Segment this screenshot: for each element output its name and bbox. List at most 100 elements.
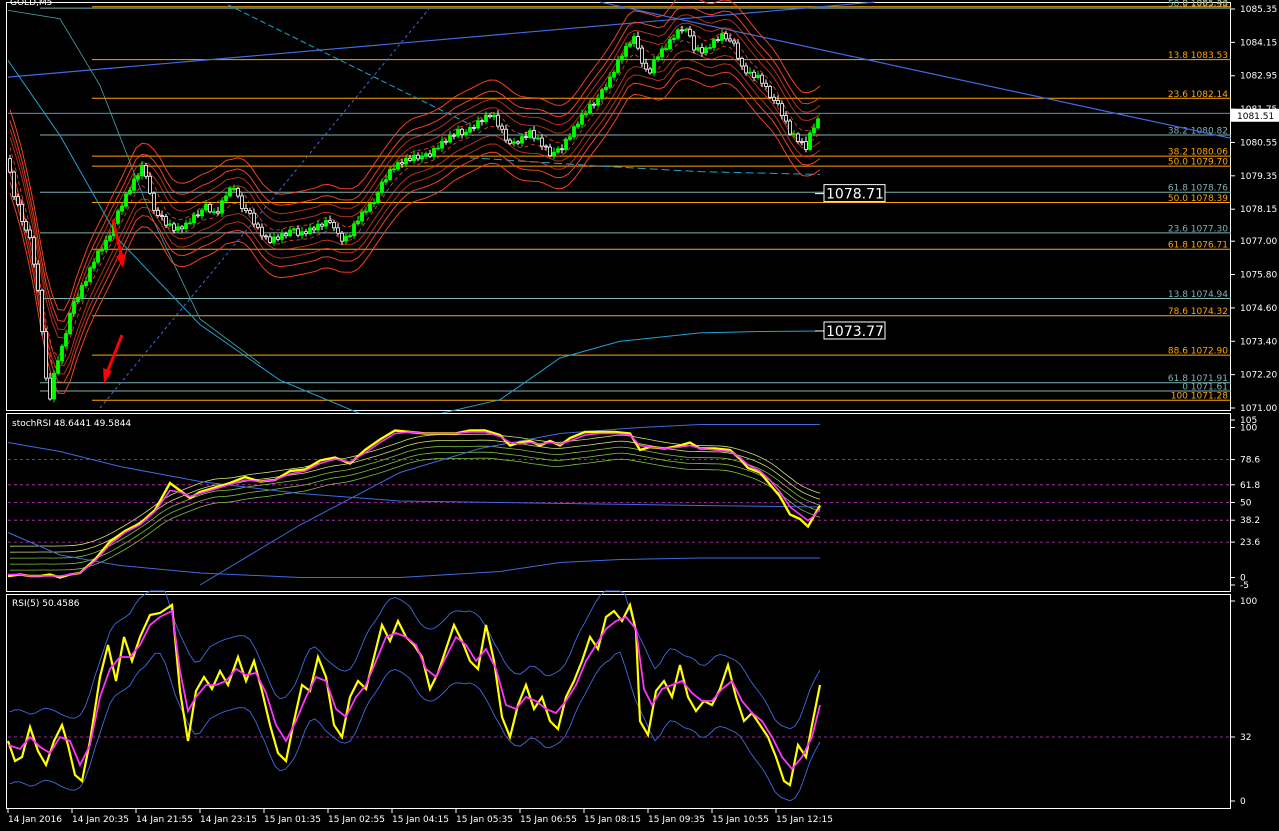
bull-candle (660, 48, 664, 58)
bear-candle (144, 165, 148, 177)
bear-candle (332, 222, 336, 229)
bull-candle (220, 200, 224, 214)
symbol-label: GOLD,M5 (10, 0, 52, 8)
bull-candle (360, 211, 364, 222)
price-tick-label: 1085.35 (1240, 5, 1277, 15)
rsi-tick-label: 0 (1240, 797, 1246, 807)
trading-chart[interactable]: 0 1085.4350.0 1085.3813.8 1083.5323.6 10… (0, 0, 1279, 831)
bear-candle (252, 212, 256, 225)
bull-candle (76, 297, 80, 303)
bull-candle (372, 201, 376, 205)
bear-candle (496, 114, 500, 127)
current-price-label: 1081.51 (1237, 112, 1274, 122)
bear-candle (636, 36, 640, 49)
bear-candle (480, 120, 484, 123)
bear-candle (400, 162, 404, 165)
bear-candle (472, 127, 476, 129)
bear-candle (760, 74, 764, 84)
fib-level-label: 88.6 1072.90 (1168, 347, 1228, 357)
bear-candle (764, 82, 768, 87)
bull-candle (612, 71, 616, 78)
fib-level-label: 23.6 1077.30 (1168, 224, 1228, 234)
bull-candle (580, 114, 584, 125)
fib-level-label: 38.2 1080.06 (1168, 148, 1228, 158)
bear-candle (716, 39, 720, 41)
bull-candle (108, 235, 112, 241)
bull-candle (380, 181, 384, 193)
bull-candle (168, 223, 172, 226)
bull-candle (456, 128, 460, 137)
bull-candle (652, 59, 656, 74)
time-tick-label: 15 Jan 04:15 (392, 815, 449, 825)
bull-candle (88, 267, 92, 282)
bull-candle (396, 162, 400, 170)
bull-candle (204, 203, 208, 211)
bear-candle (540, 137, 544, 147)
bear-candle (244, 208, 248, 211)
bear-candle (460, 128, 464, 135)
rsi-tick-label: 32 (1240, 733, 1251, 743)
bull-candle (80, 285, 84, 298)
fib-level-label: 61.8 1076.71 (1168, 241, 1228, 251)
bull-candle (128, 189, 132, 195)
bull-candle (792, 133, 796, 136)
bull-candle (756, 74, 760, 78)
bear-candle (312, 227, 316, 231)
bull-candle (316, 223, 320, 231)
bull-candle (100, 249, 104, 252)
price-tick-label: 1072.20 (1240, 371, 1277, 381)
bear-candle (776, 100, 780, 105)
bear-candle (208, 203, 212, 213)
bull-candle (72, 301, 76, 314)
bear-candle (36, 263, 40, 291)
bull-candle (348, 235, 352, 238)
price-tick-label: 1079.35 (1240, 172, 1277, 182)
bull-candle (492, 114, 496, 118)
bull-candle (576, 123, 580, 128)
price-tick-label: 1074.60 (1240, 304, 1277, 314)
bear-candle (264, 235, 268, 238)
bull-candle (356, 220, 360, 225)
bear-candle (488, 114, 492, 118)
stoch-tick-label: 100 (1240, 424, 1257, 434)
bull-candle (712, 39, 716, 48)
bull-candle (300, 231, 304, 236)
time-tick-label: 15 Jan 09:35 (648, 815, 705, 825)
bear-candle (172, 223, 176, 231)
bull-candle (564, 139, 568, 150)
price-tick-label: 1077.00 (1240, 237, 1277, 247)
bull-candle (720, 33, 724, 41)
bull-candle (448, 134, 452, 143)
bear-candle (236, 187, 240, 197)
bear-candle (700, 47, 704, 54)
bull-candle (184, 222, 188, 230)
bull-candle (96, 250, 100, 263)
bear-candle (680, 29, 684, 32)
price-tick-label: 1078.15 (1240, 205, 1277, 215)
bull-candle (200, 209, 204, 217)
bear-candle (780, 103, 784, 117)
bear-candle (804, 141, 808, 150)
bull-candle (176, 226, 180, 231)
bear-candle (152, 192, 156, 211)
bull-candle (696, 47, 700, 51)
bull-candle (704, 47, 708, 54)
bear-candle (524, 136, 528, 139)
time-tick-label: 14 Jan 2016 (8, 815, 62, 825)
stoch-tick-label: 61.8 (1240, 481, 1260, 491)
bull-candle (288, 229, 292, 237)
time-tick-label: 15 Jan 08:15 (584, 815, 641, 825)
bear-candle (304, 231, 308, 235)
bull-candle (616, 59, 620, 73)
bear-candle (592, 103, 596, 106)
bull-candle (664, 48, 668, 51)
bear-candle (40, 289, 44, 332)
bear-candle (768, 86, 772, 98)
bear-candle (732, 40, 736, 44)
stoch-tick-label: 38.2 (1240, 516, 1260, 526)
bull-candle (224, 195, 228, 202)
bull-candle (412, 154, 416, 161)
bear-candle (12, 171, 16, 198)
bear-candle (744, 65, 748, 74)
bear-candle (20, 203, 24, 222)
